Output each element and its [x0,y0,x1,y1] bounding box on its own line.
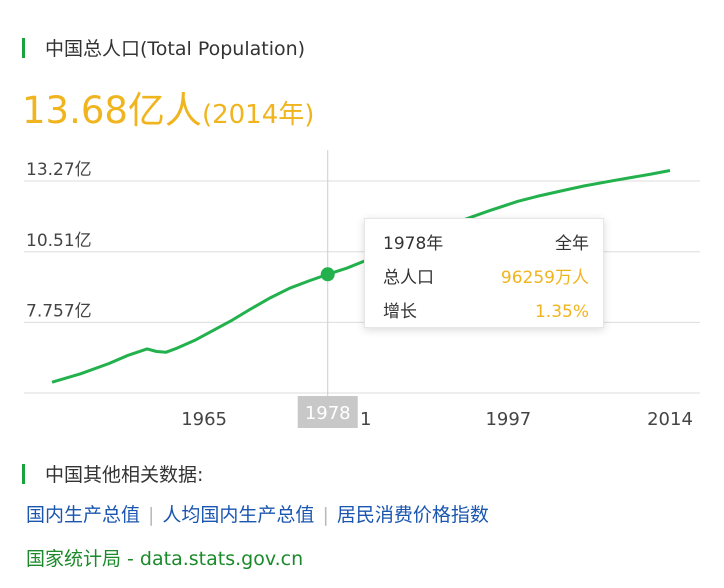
source-link[interactable]: 国家统计局 - data.stats.gov.cn [26,544,303,571]
population-line-chart[interactable]: 13.27亿 10.51亿 7.757亿 1965 1 1997 2014 1978 [0,140,724,440]
accent-bar [22,463,25,484]
related-title: 中国其他相关数据: [45,464,204,486]
y-tick-label: 7.757亿 [26,301,92,321]
tooltip-growth-label: 增长 [383,302,417,322]
link-gdp-per-capita[interactable]: 人均国内生产总值 [162,504,314,526]
related-links: 国内生产总值 | 人均国内生产总值 | 居民消费价格指数 [26,500,489,527]
tooltip-year: 1978年 [383,234,444,254]
tooltip-metric-label: 总人口 [383,268,434,288]
data-tooltip: 1978年 全年 总人口 96259万人 增长 1.35% [364,218,604,328]
x-tick-label: 1997 [485,409,531,430]
link-separator: | [322,504,329,526]
x-tick-label: 1 [360,409,371,430]
accent-bar [22,37,25,58]
tooltip-growth-value: 1.35% [534,302,589,322]
x-tick-label: 1965 [181,409,227,430]
headline-number: 13.68亿人 [22,89,202,132]
link-separator: | [148,504,155,526]
highlight-point[interactable] [320,267,335,282]
y-tick-label: 13.27亿 [26,160,92,180]
chart-title: 中国总人口(Total Population) [45,38,306,60]
related-header: 中国其他相关数据: [22,460,203,487]
chart-header: 中国总人口(Total Population) [22,34,305,61]
crosshair-label: 1978 [305,403,351,424]
headline-value: 13.68亿人(2014年) [22,80,314,134]
tooltip-metric-value: 96259万人 [500,268,589,288]
x-axis: 1965 1 1997 2014 1978 [181,396,693,430]
y-tick-label: 10.51亿 [26,231,92,251]
x-tick-label: 2014 [647,409,693,430]
link-cpi[interactable]: 居民消费价格指数 [337,504,489,526]
headline-year: (2014年) [201,100,315,130]
y-axis: 13.27亿 10.51亿 7.757亿 [26,160,92,321]
tooltip-period: 全年 [555,234,589,254]
link-gdp[interactable]: 国内生产总值 [26,504,140,526]
